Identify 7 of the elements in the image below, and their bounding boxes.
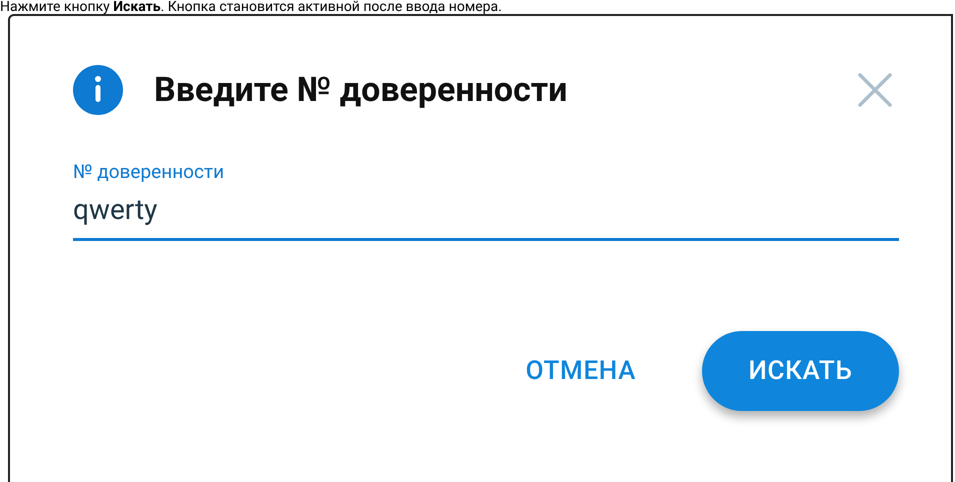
info-icon [72, 64, 124, 116]
power-of-attorney-field[interactable]: № доверенности qwerty [73, 160, 899, 241]
search-button[interactable]: ИСКАТЬ [702, 331, 899, 411]
cancel-button[interactable]: ОТМЕНА [526, 352, 636, 390]
instruction-text: Нажмите кнопку Искать. Кнопка становится активной после ввода номера. [0, 0, 503, 14]
dialog-title: Введите № доверенности [154, 68, 568, 112]
close-icon[interactable] [857, 72, 893, 108]
